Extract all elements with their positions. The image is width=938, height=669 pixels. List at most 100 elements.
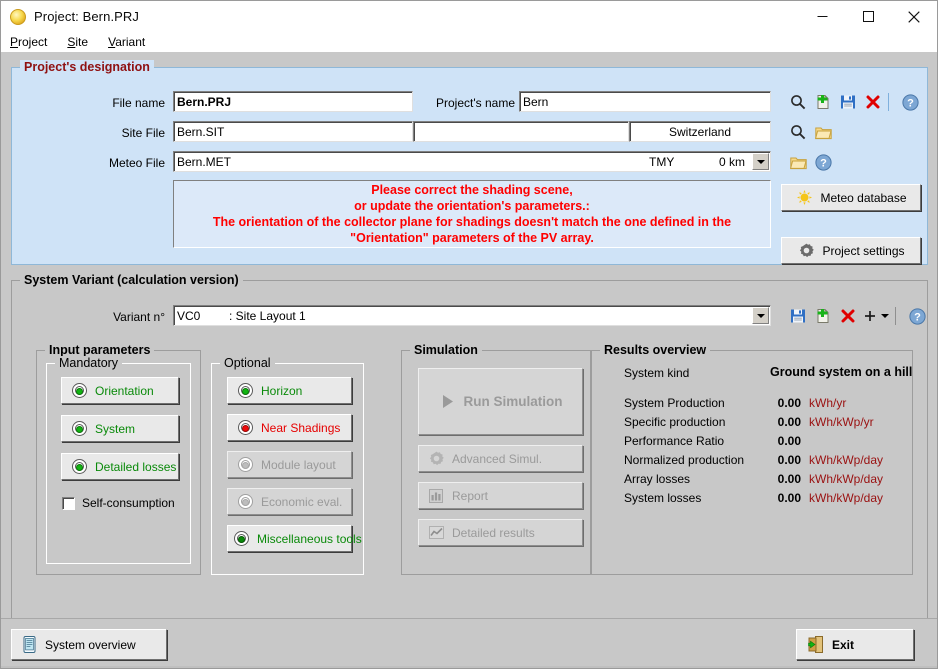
variant-combo[interactable]: VC0 : Site Layout 1: [173, 305, 771, 326]
performance-ratio-value: 0.00: [777, 434, 801, 448]
target-icon: [236, 494, 254, 509]
open-site-folder-icon[interactable]: [812, 121, 834, 143]
system-overview-button[interactable]: System overview: [11, 629, 167, 660]
svg-text:?: ?: [914, 311, 921, 323]
near-shadings-label: Near Shadings: [261, 420, 341, 435]
file-name-label: File name: [112, 96, 165, 110]
variant-number-label: Variant n°: [113, 310, 165, 324]
new-variant-icon[interactable]: [812, 305, 834, 327]
window-controls: [799, 1, 937, 32]
module-layout-button: Module layout: [227, 451, 352, 478]
miscellaneous-tools-button[interactable]: Miscellaneous tools: [227, 525, 362, 552]
results-overview-group: Results overview System kind Ground syst…: [591, 343, 913, 575]
client-area: Project's designation File name Bern.PRJ…: [1, 52, 937, 668]
run-simulation-label: Run Simulation: [463, 394, 563, 409]
orientation-button[interactable]: Orientation: [61, 377, 179, 404]
sun-icon: [795, 190, 813, 205]
help-project-icon[interactable]: ?: [899, 91, 921, 113]
search-site-icon[interactable]: [787, 121, 809, 143]
meteo-database-button[interactable]: Meteo database: [781, 184, 921, 211]
system-losses-label: System losses: [624, 491, 702, 505]
system-variant-title: System Variant (calculation version): [20, 273, 243, 287]
gear-icon: [797, 243, 815, 258]
system-kind-value: Ground system on a hill: [770, 365, 913, 379]
search-project-icon[interactable]: [787, 91, 809, 113]
variant-id: VC0: [177, 308, 201, 323]
toolbar-separator: [888, 93, 889, 111]
warning-message-box: Please correct the shading scene, or upd…: [173, 180, 771, 248]
menu-item-variant[interactable]: Variant: [106, 34, 147, 50]
specific-production-unit: kWh/kWp/yr: [809, 415, 874, 429]
chevron-down-icon: [881, 314, 889, 318]
horizon-button[interactable]: Horizon: [227, 377, 352, 404]
exit-button[interactable]: Exit: [796, 629, 914, 660]
target-icon: [236, 420, 254, 435]
system-kind-label: System kind: [624, 366, 690, 380]
exit-door-icon: [807, 636, 825, 653]
variant-dropdown-button[interactable]: [752, 307, 769, 324]
help-meteo-icon[interactable]: ?: [812, 151, 834, 173]
pvsyst-project-window: Project: Bern.PRJ Project Site Variant P…: [0, 0, 938, 669]
meteo-file-value: Bern.MET: [177, 154, 232, 169]
exit-label: Exit: [832, 637, 855, 652]
detailed-results-label: Detailed results: [452, 525, 535, 540]
add-variant-menu-chevron-down-icon[interactable]: [874, 305, 896, 327]
normalized-production-unit: kWh/kWp/day: [809, 453, 884, 467]
detailed-losses-button[interactable]: Detailed losses: [61, 453, 179, 480]
site-country-input[interactable]: Switzerland: [629, 121, 771, 142]
site-file-input[interactable]: Bern.SIT: [173, 121, 413, 142]
detailed-losses-label: Detailed losses: [95, 459, 177, 474]
results-overview-title: Results overview: [600, 343, 711, 357]
meteo-file-label: Meteo File: [108, 156, 165, 170]
maximize-button[interactable]: [845, 1, 891, 32]
menu-item-variant-label: ariant: [115, 35, 146, 49]
project-settings-button[interactable]: Project settings: [781, 237, 921, 264]
delete-project-icon[interactable]: [862, 91, 884, 113]
meteo-file-combo[interactable]: Bern.MET TMY 0 km: [173, 151, 771, 172]
array-losses-unit: kWh/kWp/day: [809, 472, 884, 486]
performance-ratio-label: Performance Ratio: [624, 434, 725, 448]
menu-item-project[interactable]: Project: [8, 34, 49, 50]
open-meteo-folder-icon[interactable]: [787, 151, 809, 173]
input-parameters-title: Input parameters: [45, 343, 155, 357]
project-name-label: Project's name: [436, 96, 515, 110]
mandatory-group: Mandatory Orientation System Detailed lo…: [46, 356, 191, 564]
site-region-input[interactable]: [413, 121, 629, 142]
chevron-down-icon: [756, 159, 765, 164]
window-title: Project: Bern.PRJ: [34, 9, 140, 24]
file-name-input[interactable]: Bern.PRJ: [173, 91, 413, 112]
meteo-file-dropdown-button[interactable]: [752, 153, 769, 170]
system-production-label: System Production: [624, 396, 725, 410]
input-parameters-group: Input parameters Mandatory Orientation S…: [36, 343, 201, 575]
optional-group: Optional Horizon Near Shadings Module la…: [211, 356, 364, 575]
save-variant-icon[interactable]: [787, 305, 809, 327]
gear-icon: [427, 451, 445, 466]
system-overview-label: System overview: [45, 637, 136, 652]
self-consumption-checkbox[interactable]: [62, 497, 75, 510]
advanced-simul-button: Advanced Simul.: [418, 445, 583, 472]
svg-text:?: ?: [820, 157, 827, 169]
simulation-title: Simulation: [410, 343, 482, 357]
project-settings-label: Project settings: [822, 243, 905, 258]
system-label: System: [95, 421, 136, 436]
optional-title: Optional: [220, 356, 275, 370]
menu-bar: Project Site Variant: [1, 32, 937, 52]
system-button[interactable]: System: [61, 415, 179, 442]
save-project-icon[interactable]: [837, 91, 859, 113]
svg-text:?: ?: [907, 97, 914, 109]
self-consumption-label: Self-consumption: [82, 496, 175, 510]
meteo-distance-value: 0 km: [719, 154, 746, 169]
target-icon: [232, 531, 250, 546]
meteo-database-label: Meteo database: [820, 190, 907, 205]
project-name-input[interactable]: Bern: [519, 91, 771, 112]
menu-item-site[interactable]: Site: [65, 34, 90, 50]
help-variant-icon[interactable]: ?: [906, 305, 928, 327]
system-losses-value: 0.00: [777, 491, 801, 505]
near-shadings-button[interactable]: Near Shadings: [227, 414, 352, 441]
new-project-icon[interactable]: [812, 91, 834, 113]
chevron-down-icon: [756, 313, 765, 318]
close-button[interactable]: [891, 1, 937, 32]
report-icon: [427, 488, 445, 503]
delete-variant-icon[interactable]: [837, 305, 859, 327]
minimize-button[interactable]: [799, 1, 845, 32]
